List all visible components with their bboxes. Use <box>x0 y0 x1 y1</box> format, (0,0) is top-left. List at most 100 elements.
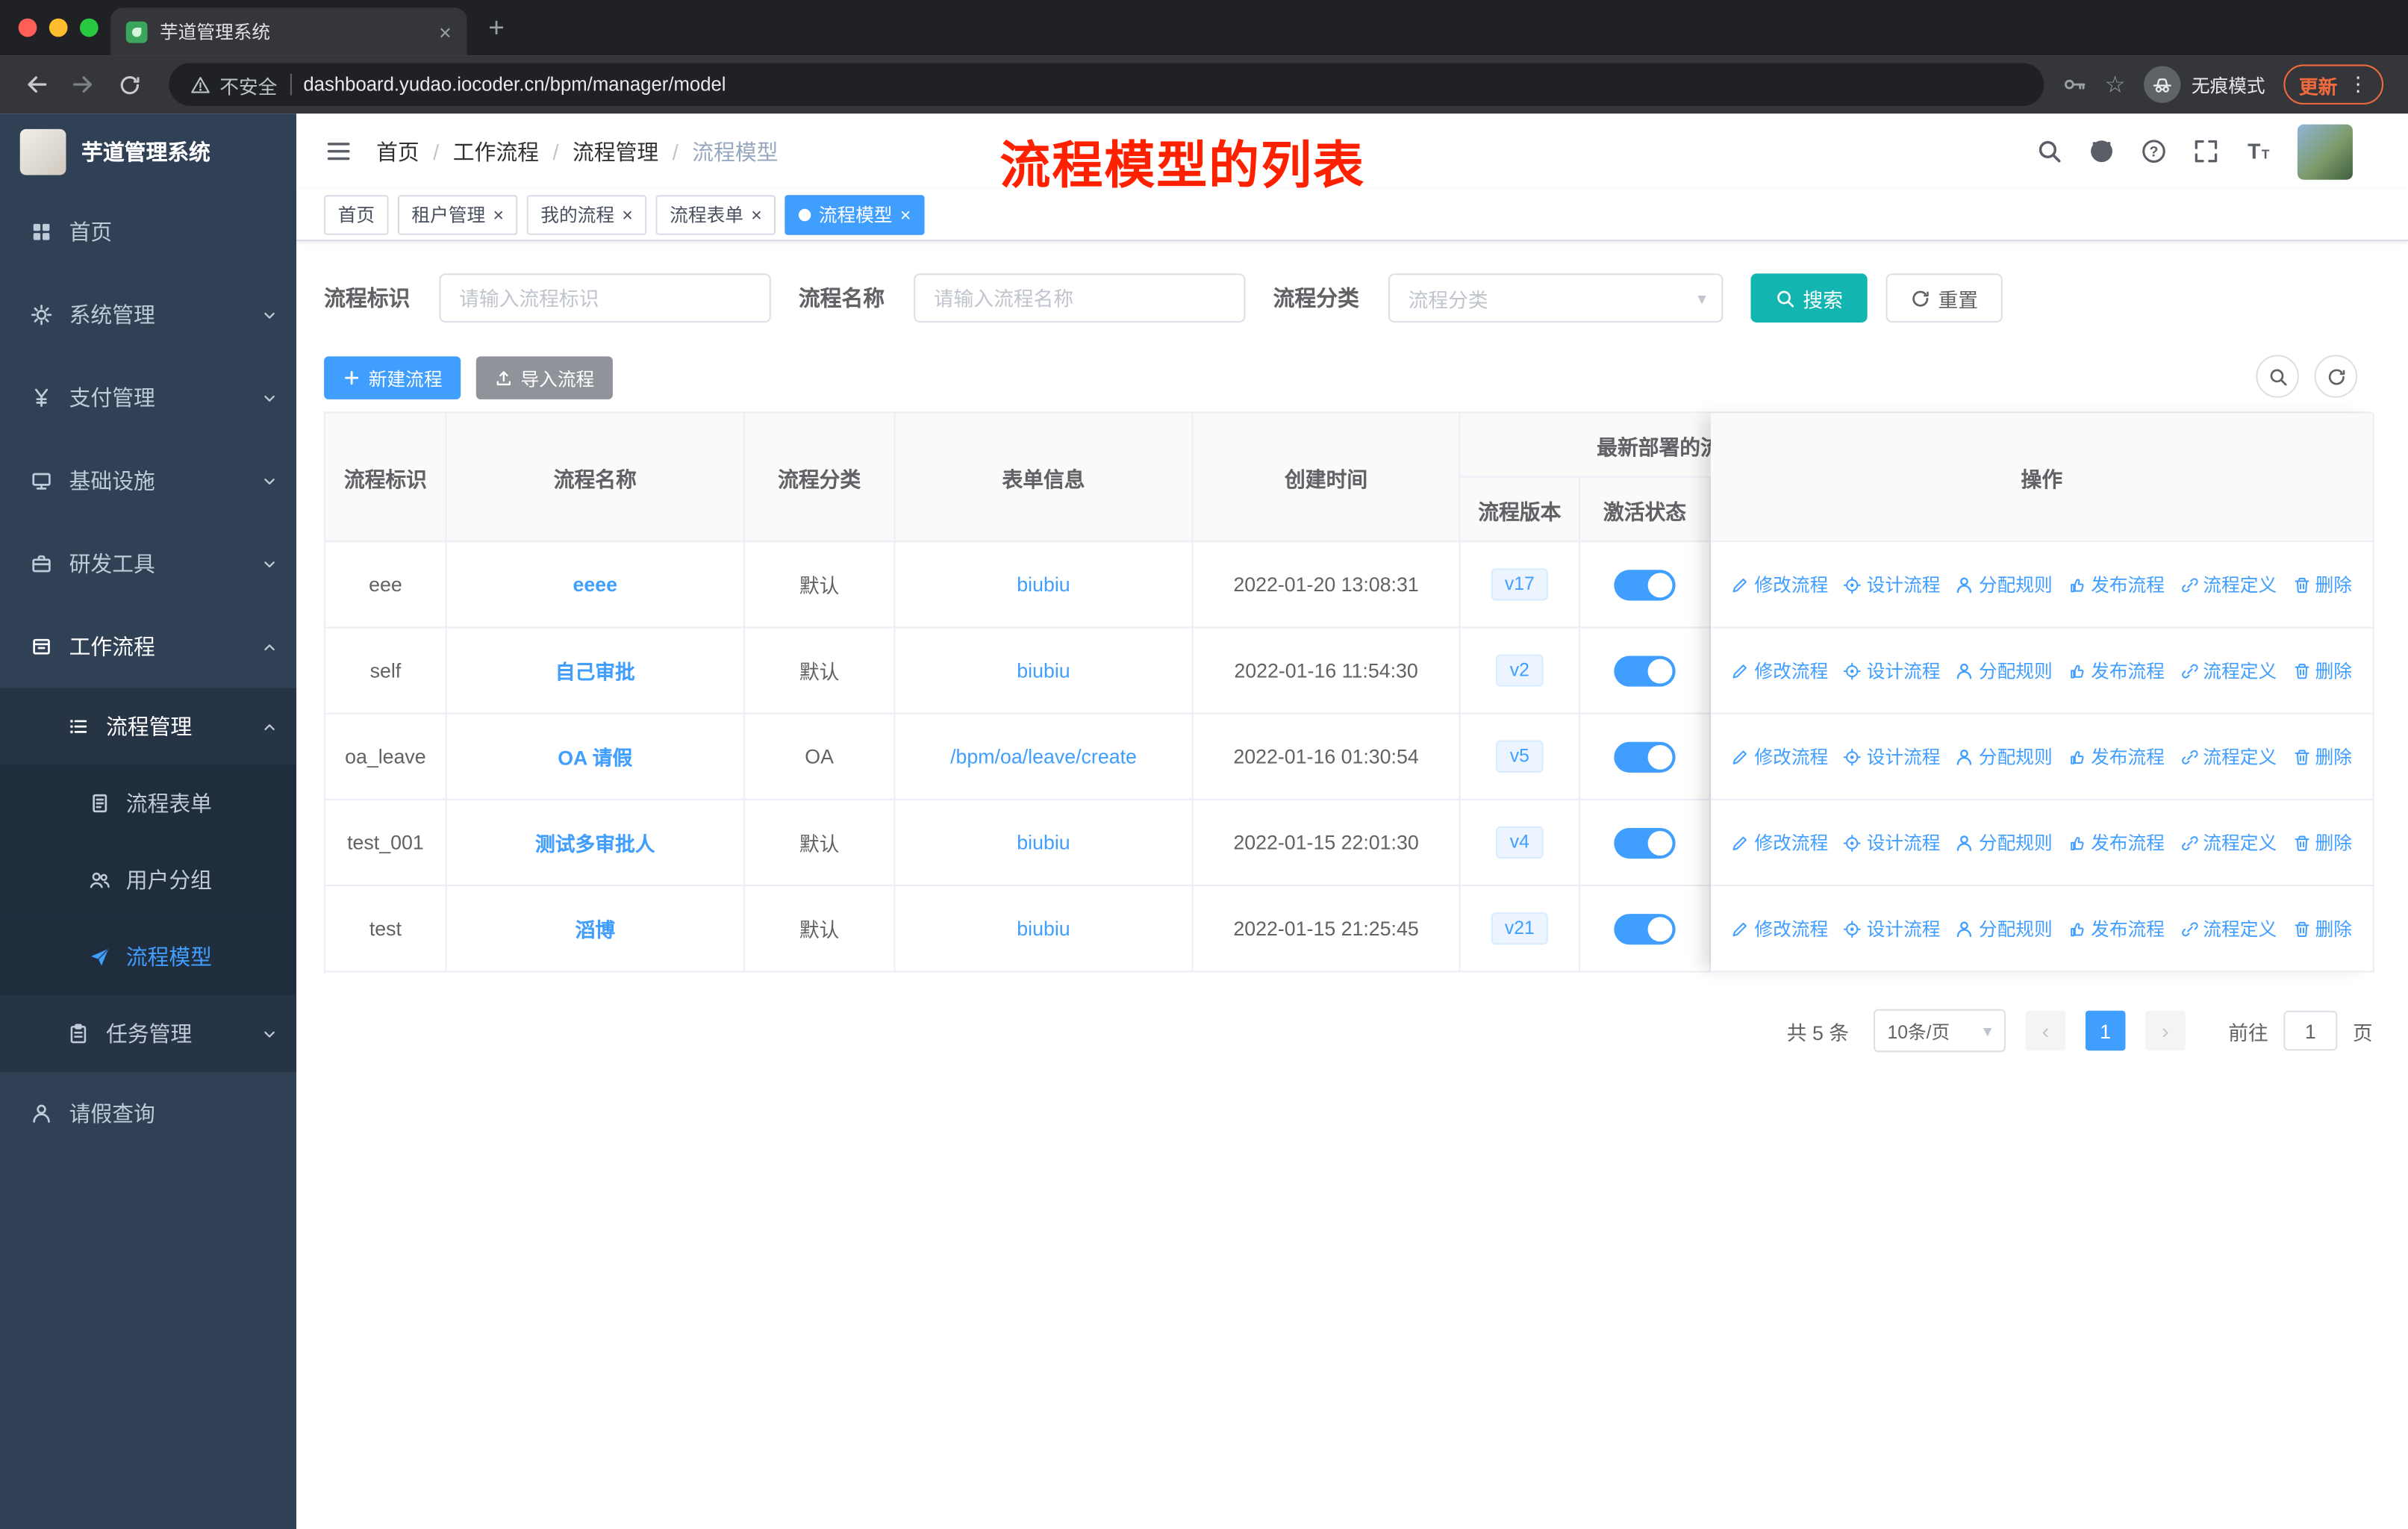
action-modify[interactable]: 修改流程 <box>1732 744 1828 770</box>
action-design[interactable]: 设计流程 <box>1844 571 1940 597</box>
action-definition[interactable]: 流程定义 <box>2180 915 2277 941</box>
version-tag[interactable]: v5 <box>1496 741 1544 773</box>
action-delete[interactable]: 删除 <box>2292 658 2352 684</box>
show-search-button[interactable] <box>2256 355 2299 398</box>
refresh-table-button[interactable] <box>2314 355 2358 398</box>
window-zoom-button[interactable] <box>79 18 99 37</box>
action-modify[interactable]: 修改流程 <box>1732 658 1828 684</box>
security-indicator[interactable]: 不安全 <box>190 70 277 99</box>
new-tab-button[interactable]: + <box>488 12 505 43</box>
user-avatar[interactable] <box>2297 123 2353 179</box>
prev-page-button[interactable]: ‹ <box>2025 1010 2066 1051</box>
sidebar-item-home[interactable]: 首页 <box>0 190 296 273</box>
process-name-input[interactable] <box>914 273 1246 323</box>
action-delete[interactable]: 删除 <box>2292 915 2352 941</box>
tag-close-icon[interactable]: × <box>751 204 761 225</box>
action-assign-rule[interactable]: 分配规则 <box>1956 744 2053 770</box>
active-toggle[interactable] <box>1614 655 1676 686</box>
action-delete[interactable]: 删除 <box>2292 571 2352 597</box>
window-minimize-button[interactable] <box>49 18 68 37</box>
tag-home[interactable]: 首页 <box>324 194 389 234</box>
tag-process-form[interactable]: 流程表单 × <box>655 194 776 234</box>
cell-form-link[interactable]: biubiu <box>895 628 1194 714</box>
goto-page-input[interactable] <box>2283 1010 2338 1051</box>
reset-button[interactable]: 重置 <box>1885 273 2003 323</box>
action-definition[interactable]: 流程定义 <box>2180 571 2277 597</box>
tag-tenant-management[interactable]: 租户管理 × <box>397 194 518 234</box>
next-page-button[interactable]: › <box>2145 1010 2186 1051</box>
cell-process-name-link[interactable]: 滔博 <box>446 886 745 973</box>
action-delete[interactable]: 删除 <box>2292 829 2352 856</box>
search-button[interactable]: 搜索 <box>1750 273 1868 323</box>
page-number-current[interactable]: 1 <box>2085 1010 2126 1051</box>
sidebar-item-process-form[interactable]: 流程表单 <box>0 764 297 842</box>
action-assign-rule[interactable]: 分配规则 <box>1956 829 2053 856</box>
font-size-icon[interactable] <box>2245 138 2271 164</box>
bookmark-star-icon[interactable]: ☆ <box>2105 71 2126 99</box>
back-button[interactable] <box>16 63 59 106</box>
action-design[interactable]: 设计流程 <box>1844 744 1940 770</box>
version-tag[interactable]: v2 <box>1496 655 1544 687</box>
action-design[interactable]: 设计流程 <box>1844 829 1940 856</box>
action-publish[interactable]: 发布流程 <box>2068 571 2165 597</box>
version-tag[interactable]: v17 <box>1491 568 1549 600</box>
sidebar-item-task-management[interactable]: 任务管理 <box>0 995 297 1073</box>
action-modify[interactable]: 修改流程 <box>1732 571 1828 597</box>
tab-close-icon[interactable]: × <box>439 19 452 44</box>
process-id-input[interactable] <box>439 273 771 323</box>
sidebar-item-infrastructure[interactable]: 基础设施 <box>0 439 296 522</box>
window-close-button[interactable] <box>18 18 37 37</box>
cell-process-name-link[interactable]: eeee <box>446 542 745 629</box>
process-category-select[interactable]: 流程分类 ▾ <box>1388 273 1724 323</box>
forward-button[interactable] <box>61 63 105 106</box>
sidebar-item-leave-query[interactable]: 请假查询 <box>0 1072 296 1155</box>
version-tag[interactable]: v21 <box>1491 912 1549 944</box>
action-definition[interactable]: 流程定义 <box>2180 744 2277 770</box>
cell-form-link[interactable]: biubiu <box>895 886 1194 973</box>
cell-process-name-link[interactable]: 测试多审批人 <box>446 800 745 887</box>
github-icon[interactable] <box>2089 138 2115 164</box>
active-toggle[interactable] <box>1614 741 1676 772</box>
active-toggle[interactable] <box>1614 826 1676 859</box>
action-publish[interactable]: 发布流程 <box>2068 658 2165 684</box>
action-delete[interactable]: 删除 <box>2292 744 2352 770</box>
cell-process-name-link[interactable]: OA 请假 <box>446 714 745 800</box>
action-publish[interactable]: 发布流程 <box>2068 744 2165 770</box>
reload-button[interactable] <box>107 63 151 106</box>
cell-form-link[interactable]: biubiu <box>895 542 1194 629</box>
tag-close-icon[interactable]: × <box>900 204 911 225</box>
cell-process-name-link[interactable]: 自己审批 <box>446 628 745 714</box>
breadcrumb-home[interactable]: 首页 <box>376 136 419 166</box>
breadcrumb-workflow[interactable]: 工作流程 <box>453 136 539 166</box>
browser-menu-icon[interactable]: ⋮ <box>2348 72 2368 97</box>
action-definition[interactable]: 流程定义 <box>2180 829 2277 856</box>
action-publish[interactable]: 发布流程 <box>2068 915 2165 941</box>
sidebar-item-workflow[interactable]: 工作流程 <box>0 605 296 688</box>
tag-my-process[interactable]: 我的流程 × <box>526 194 647 234</box>
action-modify[interactable]: 修改流程 <box>1732 915 1828 941</box>
address-bar[interactable]: 不安全 dashboard.yudao.iocoder.cn/bpm/manag… <box>169 63 2044 106</box>
action-assign-rule[interactable]: 分配规则 <box>1956 658 2053 684</box>
sidebar-toggle-button[interactable] <box>315 128 361 175</box>
browser-update-button[interactable]: 更新 ⋮ <box>2283 64 2384 105</box>
page-size-select[interactable]: 10条/页 ▾ <box>1873 1009 2006 1053</box>
version-tag[interactable]: v4 <box>1496 826 1544 859</box>
sidebar-item-process-model[interactable]: 流程模型 <box>0 918 297 996</box>
action-assign-rule[interactable]: 分配规则 <box>1956 915 2053 941</box>
active-toggle[interactable] <box>1614 569 1676 600</box>
help-icon[interactable] <box>2141 138 2167 164</box>
cell-form-link[interactable]: /bpm/oa/leave/create <box>895 714 1194 800</box>
action-design[interactable]: 设计流程 <box>1844 658 1940 684</box>
tag-close-icon[interactable]: × <box>622 204 632 225</box>
import-process-button[interactable]: 导入流程 <box>475 356 613 399</box>
action-definition[interactable]: 流程定义 <box>2180 658 2277 684</box>
cell-form-link[interactable]: biubiu <box>895 800 1194 887</box>
sidebar-item-process-management[interactable]: 流程管理 <box>0 688 297 765</box>
search-icon[interactable] <box>2036 138 2062 164</box>
action-assign-rule[interactable]: 分配规则 <box>1956 571 2053 597</box>
action-modify[interactable]: 修改流程 <box>1732 829 1828 856</box>
tag-close-icon[interactable]: × <box>493 204 503 225</box>
action-publish[interactable]: 发布流程 <box>2068 829 2165 856</box>
tag-process-model[interactable]: 流程模型 × <box>785 194 925 234</box>
sidebar-item-user-group[interactable]: 用户分组 <box>0 841 297 919</box>
